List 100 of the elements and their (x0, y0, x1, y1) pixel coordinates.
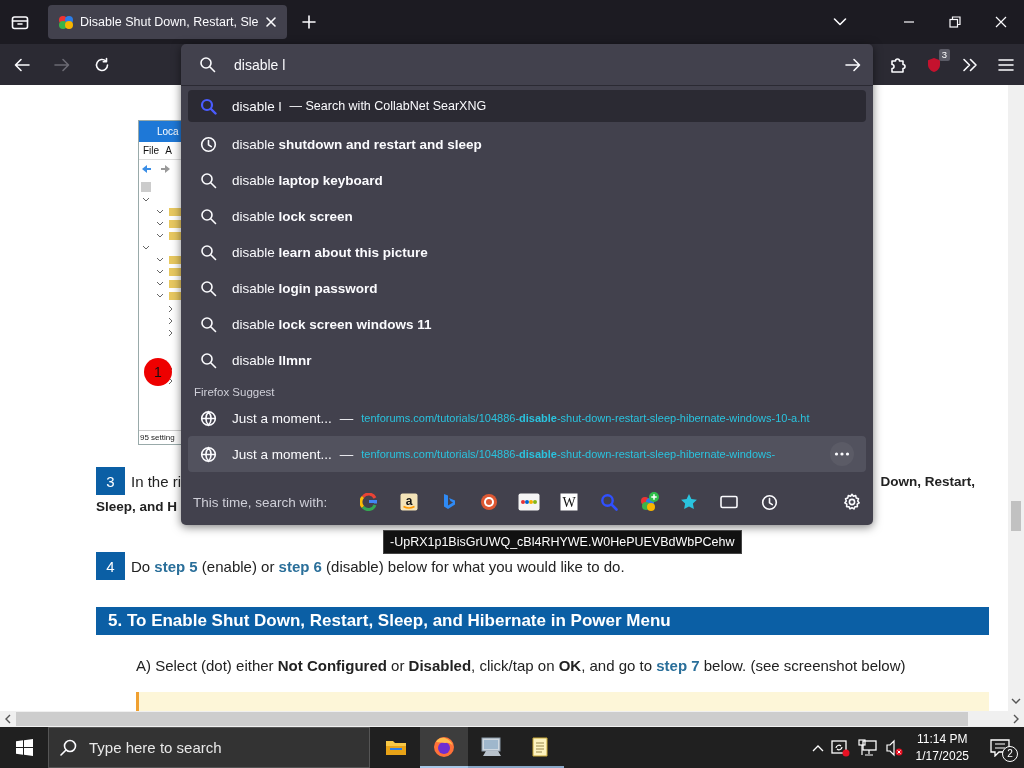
sync-icon[interactable] (830, 738, 851, 757)
suggestion-text: disable shutdown and restart and sleep (232, 136, 482, 152)
suggestion-row[interactable]: disable llmnr (188, 342, 866, 378)
section-heading: 5. To Enable Shut Down, Restart, Sleep, and Hibernate in Power Menu (96, 607, 989, 635)
ebay-icon[interactable] (518, 493, 541, 511)
scroll-left-icon[interactable] (4, 714, 12, 724)
amazon-icon[interactable]: a (400, 493, 419, 511)
clock-icon[interactable] (760, 493, 778, 511)
suggestion-text: disable lock screen windows 11 (232, 316, 432, 332)
suggestion-row[interactable]: disable l — Search with CollabNet SearXNG (188, 90, 866, 122)
step-text: Down, Restart, (880, 473, 975, 489)
network-icon[interactable] (857, 738, 878, 757)
group-label: Firefox Suggest (193, 385, 276, 400)
puzzle-piece-icon[interactable] (890, 56, 906, 73)
chevron-up-icon[interactable] (811, 743, 824, 752)
forward-arrow-icon (54, 57, 70, 72)
search-icon (200, 243, 217, 261)
page-title: Just a moment... (232, 446, 332, 462)
taskbar-app[interactable] (420, 727, 468, 768)
clock-time: 11:14 PM (917, 730, 968, 748)
star-icon[interactable] (680, 493, 699, 511)
step-link[interactable]: step 6 (278, 557, 322, 575)
step-text: Sleep, and H (96, 499, 178, 514)
wikipedia-icon[interactable]: W (560, 493, 579, 511)
go-arrow-icon[interactable] (845, 57, 861, 72)
suggestion-row[interactable]: disable lock screen windows 11 (188, 306, 866, 342)
search-icon (200, 171, 217, 189)
page-url: tenforums.com/tutorials/104886-disable-shut-down-restart-sleep-hibernate-windows- (361, 448, 776, 460)
firefox-view-icon[interactable] (11, 14, 29, 30)
suggestion-text: disable lock screen (232, 208, 353, 224)
marker-badge: 1 (144, 358, 172, 386)
step-number: 3 (96, 467, 125, 495)
address-field[interactable]: disable l (232, 55, 829, 74)
clock-icon (200, 135, 217, 153)
notepad-icon (530, 735, 550, 758)
globe-icon (200, 409, 217, 427)
suggestion-text: disable learn about this picture (232, 244, 428, 260)
computer-icon (480, 735, 504, 758)
windows-logo-icon[interactable] (15, 739, 33, 756)
suggestion-text: disable laptop keyboard (232, 172, 383, 188)
search-icon (200, 279, 217, 297)
restore-icon[interactable] (949, 16, 961, 28)
extension-badge: 3 (938, 48, 950, 61)
toolbar-arrows-icon (141, 163, 171, 175)
suggestion-row[interactable]: Just a moment... — tenforums.com/tutorials/104886-disable-shut-down-restart-sleep-hibernate-windows- (188, 436, 866, 472)
search-icon (200, 315, 217, 333)
close-icon[interactable] (264, 16, 277, 28)
back-arrow-icon[interactable] (14, 57, 30, 72)
chevrons-right-icon[interactable] (962, 57, 978, 72)
search-icon (199, 56, 216, 73)
scroll-right-icon[interactable] (1012, 714, 1020, 724)
clock-date: 1/17/2025 (915, 747, 969, 765)
page-title: Just a moment... (232, 410, 332, 426)
tab-icon[interactable] (720, 495, 739, 509)
tooltip-text: -UpRX1p1BisGrUWQ_cBl4RHYWE.W0HePUEVBdWbPCehw (390, 535, 735, 549)
search-with-label: This time, search with: (193, 494, 328, 510)
step-text: Do step 5 (enable) or step 6 (disable) below for what you would like to do. (131, 557, 625, 575)
search-icon (200, 207, 217, 225)
page-url: tenforums.com/tutorials/104886-disable-shut-down-restart-sleep-hibernate-windows-10-a.ht (361, 412, 810, 424)
favicon-icon (58, 14, 74, 30)
suggestion-row[interactable]: disable learn about this picture (188, 234, 866, 270)
step-link[interactable]: step 7 (656, 657, 700, 674)
firefox-icon (433, 735, 455, 758)
search-icon (60, 739, 77, 756)
separator-dash: — (339, 446, 354, 462)
scrollbar-thumb[interactable] (1011, 501, 1021, 531)
scrollbar-thumb[interactable] (16, 712, 968, 726)
scroll-down-icon[interactable] (1011, 697, 1021, 705)
instruction-text: A) Select (dot) either Not Configured or Disabled, click/tap on OK, and go to step 7 below. (see screenshot below) (136, 657, 907, 674)
notification-count: 2 (1002, 745, 1018, 762)
separator-dash: — (339, 410, 354, 426)
taskbar-search-field[interactable]: Type here to search (48, 727, 370, 768)
close-icon[interactable] (995, 16, 1007, 28)
suggestion-text: disable llmnr (232, 352, 312, 368)
browser-tab[interactable]: Disable Shut Down, Restart, Sle (48, 5, 287, 39)
search-icon (200, 97, 217, 115)
search-icon (200, 351, 217, 369)
menu-icon[interactable] (998, 57, 1014, 72)
suggestion-row[interactable]: Just a moment... — tenforums.com/tutorials/104886-disable-shut-down-restart-sleep-hibernate-windows-10-a.ht (188, 400, 866, 436)
more-options-icon[interactable] (830, 442, 854, 466)
suggestion-row[interactable]: disable laptop keyboard (188, 162, 866, 198)
search-hint: — Search with CollabNet SearXNG (289, 99, 487, 113)
suggestion-row[interactable]: disable login password (188, 270, 866, 306)
speaker-muted-icon[interactable] (884, 738, 903, 757)
reload-icon[interactable] (94, 56, 110, 73)
suggestion-row[interactable]: disable lock screen (188, 198, 866, 234)
suggestion-text: disable l (232, 98, 282, 114)
google-icon[interactable] (360, 493, 379, 511)
step-link[interactable]: step 5 (154, 557, 198, 575)
bing-icon[interactable] (442, 493, 457, 511)
globe-icon (200, 445, 217, 463)
suggestion-row[interactable]: disable shutdown and restart and sleep (188, 126, 866, 162)
step-number: 4 (96, 552, 125, 580)
step-text: In the ri (131, 472, 182, 490)
suggestion-text: disable login password (232, 280, 378, 296)
chevron-down-icon[interactable] (833, 17, 847, 27)
extension-icon[interactable] (638, 491, 661, 513)
settings-icon[interactable] (843, 493, 861, 511)
duck-icon[interactable] (480, 493, 499, 511)
plus-icon[interactable] (300, 14, 317, 30)
